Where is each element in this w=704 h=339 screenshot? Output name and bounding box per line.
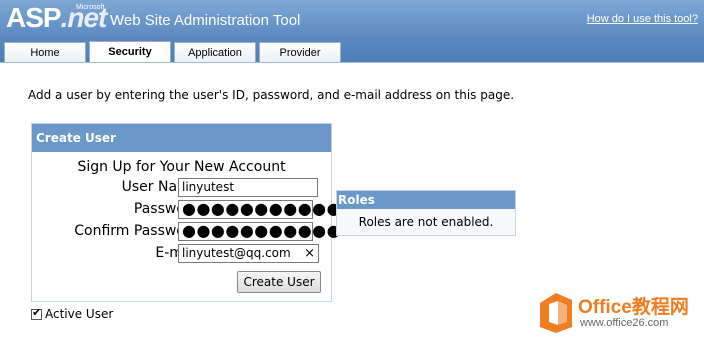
help-link[interactable]: How do I use this tool? bbox=[587, 13, 698, 25]
email-field[interactable]: linyutest@qq.com × bbox=[178, 244, 319, 263]
watermark: Office教程网 www.office26.com bbox=[536, 289, 704, 337]
tab-security[interactable]: Security bbox=[89, 41, 171, 62]
create-user-button[interactable]: Create User bbox=[237, 271, 321, 293]
active-user-row: ✔ Active User bbox=[31, 305, 114, 321]
check-icon: ✔ bbox=[32, 305, 42, 319]
username-field[interactable]: linyutest bbox=[178, 178, 318, 197]
roles-message: Roles are not enabled. bbox=[358, 215, 494, 229]
logo-microsoft-mark: Microsoft bbox=[76, 4, 105, 11]
header-bar: ASP.net Microsoft Web Site Administratio… bbox=[0, 0, 704, 63]
active-user-checkbox[interactable]: ✔ bbox=[31, 305, 42, 320]
intro-text: Add a user by entering the user's ID, pa… bbox=[28, 88, 515, 102]
clear-icon[interactable]: × bbox=[304, 245, 315, 262]
aspnet-logo: ASP.net Microsoft bbox=[6, 2, 107, 33]
tab-home[interactable]: Home bbox=[4, 42, 86, 62]
confirm-password-field[interactable]: ●●●●●●●●●●● bbox=[178, 222, 341, 241]
active-user-label: Active User bbox=[45, 307, 114, 321]
tab-provider[interactable]: Provider bbox=[259, 42, 341, 62]
office-logo-icon bbox=[540, 293, 572, 333]
watermark-title: Office教程网 bbox=[578, 297, 689, 318]
tab-application[interactable]: Application bbox=[174, 42, 256, 62]
app-title: Web Site Administration Tool bbox=[110, 12, 301, 29]
watermark-url: www.office26.com bbox=[580, 317, 669, 329]
signup-title: Sign Up for Your New Account bbox=[77, 159, 286, 175]
create-user-panel: Create User Sign Up for Your New Account… bbox=[31, 123, 341, 302]
email-value: linyutest@qq.com bbox=[182, 246, 291, 260]
roles-title: Roles bbox=[337, 191, 515, 209]
create-user-title: Create User bbox=[32, 124, 331, 152]
roles-panel: Roles Roles are not enabled. bbox=[336, 190, 516, 236]
password-field[interactable]: ●●●●●●●●●●● bbox=[178, 200, 341, 219]
